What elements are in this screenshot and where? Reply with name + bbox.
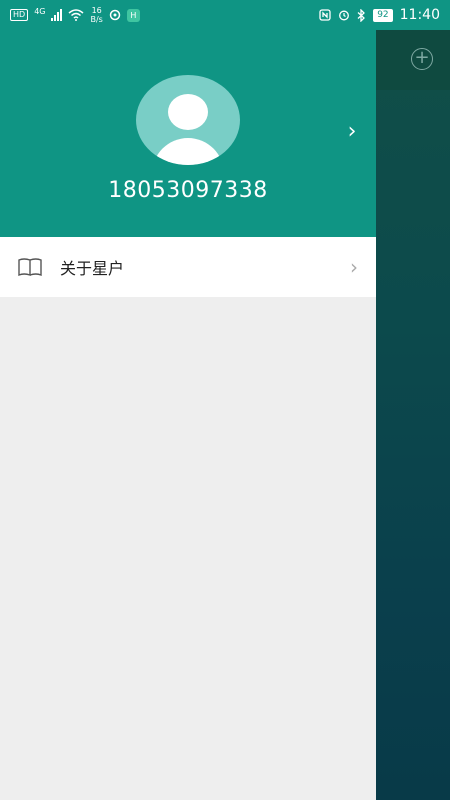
status-bar: HD 4G 16 B/s H 92 11:40 xyxy=(0,0,450,30)
battery-icon: 92 xyxy=(373,8,393,22)
menu-item-label: 关于星户 xyxy=(60,259,125,278)
network-speed: 16 B/s xyxy=(90,6,102,24)
signal-icon xyxy=(51,9,63,21)
phone-number: 18053097338 xyxy=(108,178,268,203)
nfc-icon xyxy=(319,9,331,21)
avatar[interactable] xyxy=(136,75,240,165)
hd-icon: HD xyxy=(10,9,29,21)
app-notification-icon: H xyxy=(126,8,140,22)
sync-icon xyxy=(109,9,121,21)
book-icon xyxy=(18,258,42,276)
plus-circle-icon[interactable]: + xyxy=(411,48,433,70)
menu-item-about[interactable]: 关于星户 › xyxy=(0,237,376,297)
navigation-drawer: › 18053097338 关于星户 › xyxy=(0,0,376,800)
network-speed-value: 16 xyxy=(91,6,102,15)
wifi-icon xyxy=(68,9,84,21)
chevron-right-icon[interactable]: › xyxy=(342,120,362,144)
alarm-icon xyxy=(339,10,350,21)
network-speed-unit: B/s xyxy=(90,15,103,24)
avatar-head xyxy=(168,94,208,130)
avatar-body xyxy=(152,138,224,165)
network-type: 4G xyxy=(34,6,46,16)
chevron-right-icon: › xyxy=(350,255,358,279)
clock: 11:40 xyxy=(399,7,440,23)
bluetooth-icon xyxy=(357,8,366,22)
drawer-header[interactable]: › 18053097338 xyxy=(0,0,376,237)
